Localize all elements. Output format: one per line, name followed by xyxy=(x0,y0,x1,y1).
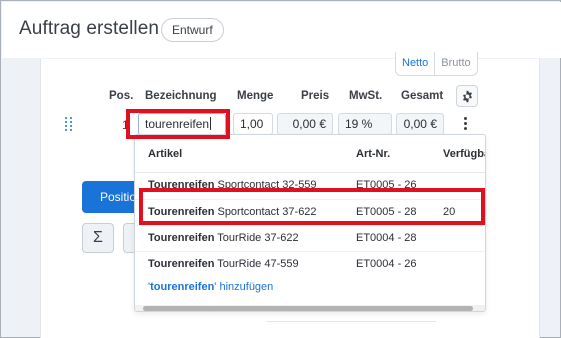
mwst-select[interactable]: 19 % xyxy=(338,113,392,135)
add-new-article-link[interactable]: 'tourenreifen' hinzufügen xyxy=(148,281,273,293)
dropdown-item[interactable]: Tourenreifen TourRide 47-559 ET0004 - 26 xyxy=(135,251,485,277)
column-header-pos: Pos. xyxy=(109,90,134,102)
sum-button[interactable]: Σ xyxy=(82,223,114,253)
dropdown-header: Artikel Art-Nr. Verfügba xyxy=(135,135,485,173)
toggle-brutto[interactable]: Brutto xyxy=(434,52,476,75)
column-header-gesamt: Gesamt xyxy=(401,90,444,102)
item-artnr: ET0005 - 28 xyxy=(356,206,417,218)
dropdown-column-artnr: Art-Nr. xyxy=(356,148,391,160)
item-name: Tourenreifen Sportcontact 37-622 xyxy=(148,206,317,218)
item-artnr: ET0004 - 28 xyxy=(356,232,417,244)
item-name: Tourenreifen TourRide 47-559 xyxy=(148,258,299,270)
bezeichnung-input[interactable]: tourenreifen xyxy=(138,113,226,135)
app-window: Auftrag erstellen Entwurf Netto Brutto P… xyxy=(0,0,561,338)
item-name: Tourenreifen Sportcontact 32-559 xyxy=(148,179,317,191)
item-artnr: ET0005 - 26 xyxy=(356,179,417,191)
dropdown-item[interactable]: Tourenreifen Sportcontact 32-559 ET0005 … xyxy=(135,173,485,199)
text-caret xyxy=(210,117,212,130)
row-position-number: 1 xyxy=(122,118,129,132)
column-header-mwst: MwSt. xyxy=(349,90,383,102)
bezeichnung-value: tourenreifen xyxy=(145,117,210,131)
preis-input[interactable]: 0,00 € xyxy=(277,113,333,135)
kebab-menu-icon[interactable] xyxy=(463,117,467,131)
toggle-netto[interactable]: Netto xyxy=(396,52,434,75)
gear-icon xyxy=(462,90,472,102)
dropdown-column-verfuegbar: Verfügba xyxy=(443,148,486,160)
dropdown-item[interactable]: Tourenreifen TourRide 37-622 ET0004 - 28 xyxy=(135,225,485,251)
page-title: Auftrag erstellen xyxy=(19,18,160,39)
scrollbar-thumb[interactable] xyxy=(143,306,473,311)
menge-input[interactable]: 1,00 xyxy=(233,113,273,135)
price-mode-toggle: Netto Brutto xyxy=(395,52,478,76)
item-availability: 20 xyxy=(443,206,456,218)
status-badge: Entwurf xyxy=(161,18,224,42)
item-name: Tourenreifen TourRide 37-622 xyxy=(148,232,299,244)
column-header-bezeichnung: Bezeichnung xyxy=(145,90,217,102)
drag-handle-icon[interactable] xyxy=(65,117,73,131)
article-autocomplete-dropdown: Artikel Art-Nr. Verfügba Tourenreifen Sp… xyxy=(134,134,486,312)
column-header-menge: Menge xyxy=(237,90,274,102)
dropdown-item[interactable]: Tourenreifen Sportcontact 37-622 ET0005 … xyxy=(135,199,485,225)
gesamt-field: 0,00 € xyxy=(396,113,444,135)
table-settings-button[interactable] xyxy=(456,85,478,107)
divider xyxy=(266,321,436,322)
page-header: Auftrag erstellen Entwurf xyxy=(2,2,561,58)
item-artnr: ET0004 - 26 xyxy=(356,258,417,270)
dropdown-column-artikel: Artikel xyxy=(148,148,183,160)
column-header-preis: Preis xyxy=(301,90,330,102)
